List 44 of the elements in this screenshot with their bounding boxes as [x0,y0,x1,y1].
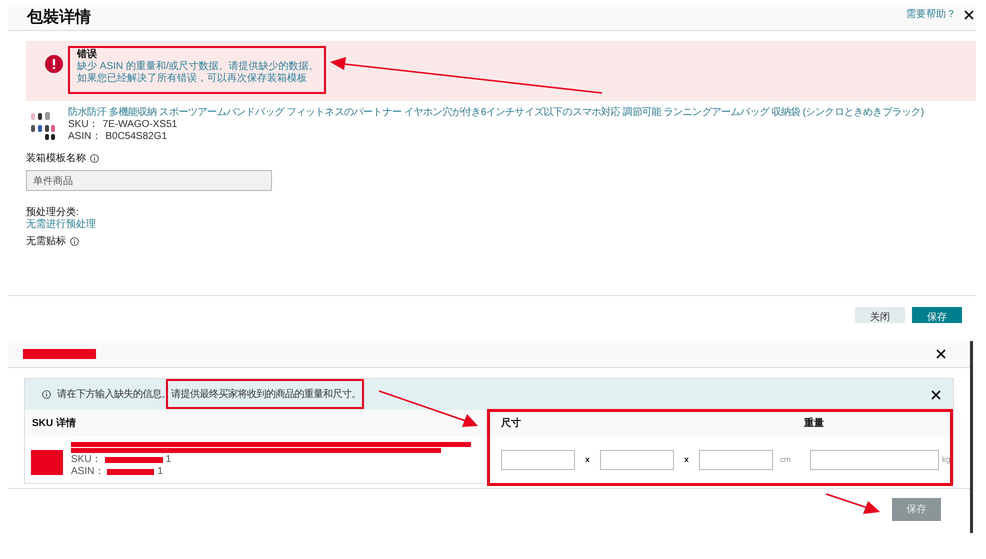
close-button[interactable]: 关闭 [855,307,905,323]
field-label: 装箱模板名称 [26,152,86,166]
info-icon [90,154,99,163]
sku-value: 7E-WAGO-XS51 [102,119,178,131]
prep-label: 预处理分类: [26,207,80,218]
sku-label: SKU： [71,454,102,465]
prep-link[interactable]: 无需进行预处理 [26,219,96,231]
annotation-arrow [826,493,880,514]
column-header: SKU 详情 [31,416,77,430]
asin-label: ASIN： [71,466,104,477]
unit-label: kg [941,454,950,466]
column-header: 尺寸 [500,416,522,430]
column-header: 重量 [804,416,824,430]
times-sign: x [683,454,690,466]
weight-field[interactable] [810,450,939,470]
length-field[interactable] [501,450,575,470]
product-link[interactable]: 防水防汗 多機能収納 スポーツアームバンドバッグ フィットネスのパートナー イヤホン穴が付き6インチサイズ以下のスマホ対応 調節可能 ランニングアームバッグ 収納袋 (シンクロときめきブラック) [68,107,924,119]
dialog-title: 包裝详情 [27,7,91,28]
asin-value: 1 [157,466,163,477]
redaction-mark [107,468,154,474]
times-sign: x [584,454,591,466]
error-message: 缺少 ASIN 的重量和/或尺寸数据。请提供缺少的数据。 [77,61,319,72]
labeling-text: 无需贴标 [26,234,66,249]
asin-value: B0C54S82G1 [105,131,168,143]
sku-label: SKU： [68,119,99,131]
asin-label: ASIN： [68,131,102,143]
close-icon[interactable] [931,390,941,400]
height-field[interactable] [699,450,773,470]
close-icon[interactable] [964,10,974,20]
error-title: 错误 [77,49,98,60]
unit-label: cm [779,454,792,466]
template-name-field[interactable]: 单件商品 [26,170,272,191]
info-icon [42,390,51,399]
save-button[interactable]: 保存 [912,307,962,323]
help-link[interactable]: 需要帮助？ [906,7,956,22]
redaction-mark [31,450,63,475]
error-message: 如果您已经解决了所有错误，可以再次保存装箱模板 [77,73,308,85]
redaction-mark [104,456,163,462]
info-message: 请在下方输入缺失的信息。请提供最终买家将收到的商品的重量和尺寸。 [57,388,362,402]
close-icon[interactable] [936,349,946,359]
width-field[interactable] [600,450,674,470]
info-icon [70,237,79,246]
sku-value: 1 [166,454,172,465]
alert-icon [45,55,63,73]
